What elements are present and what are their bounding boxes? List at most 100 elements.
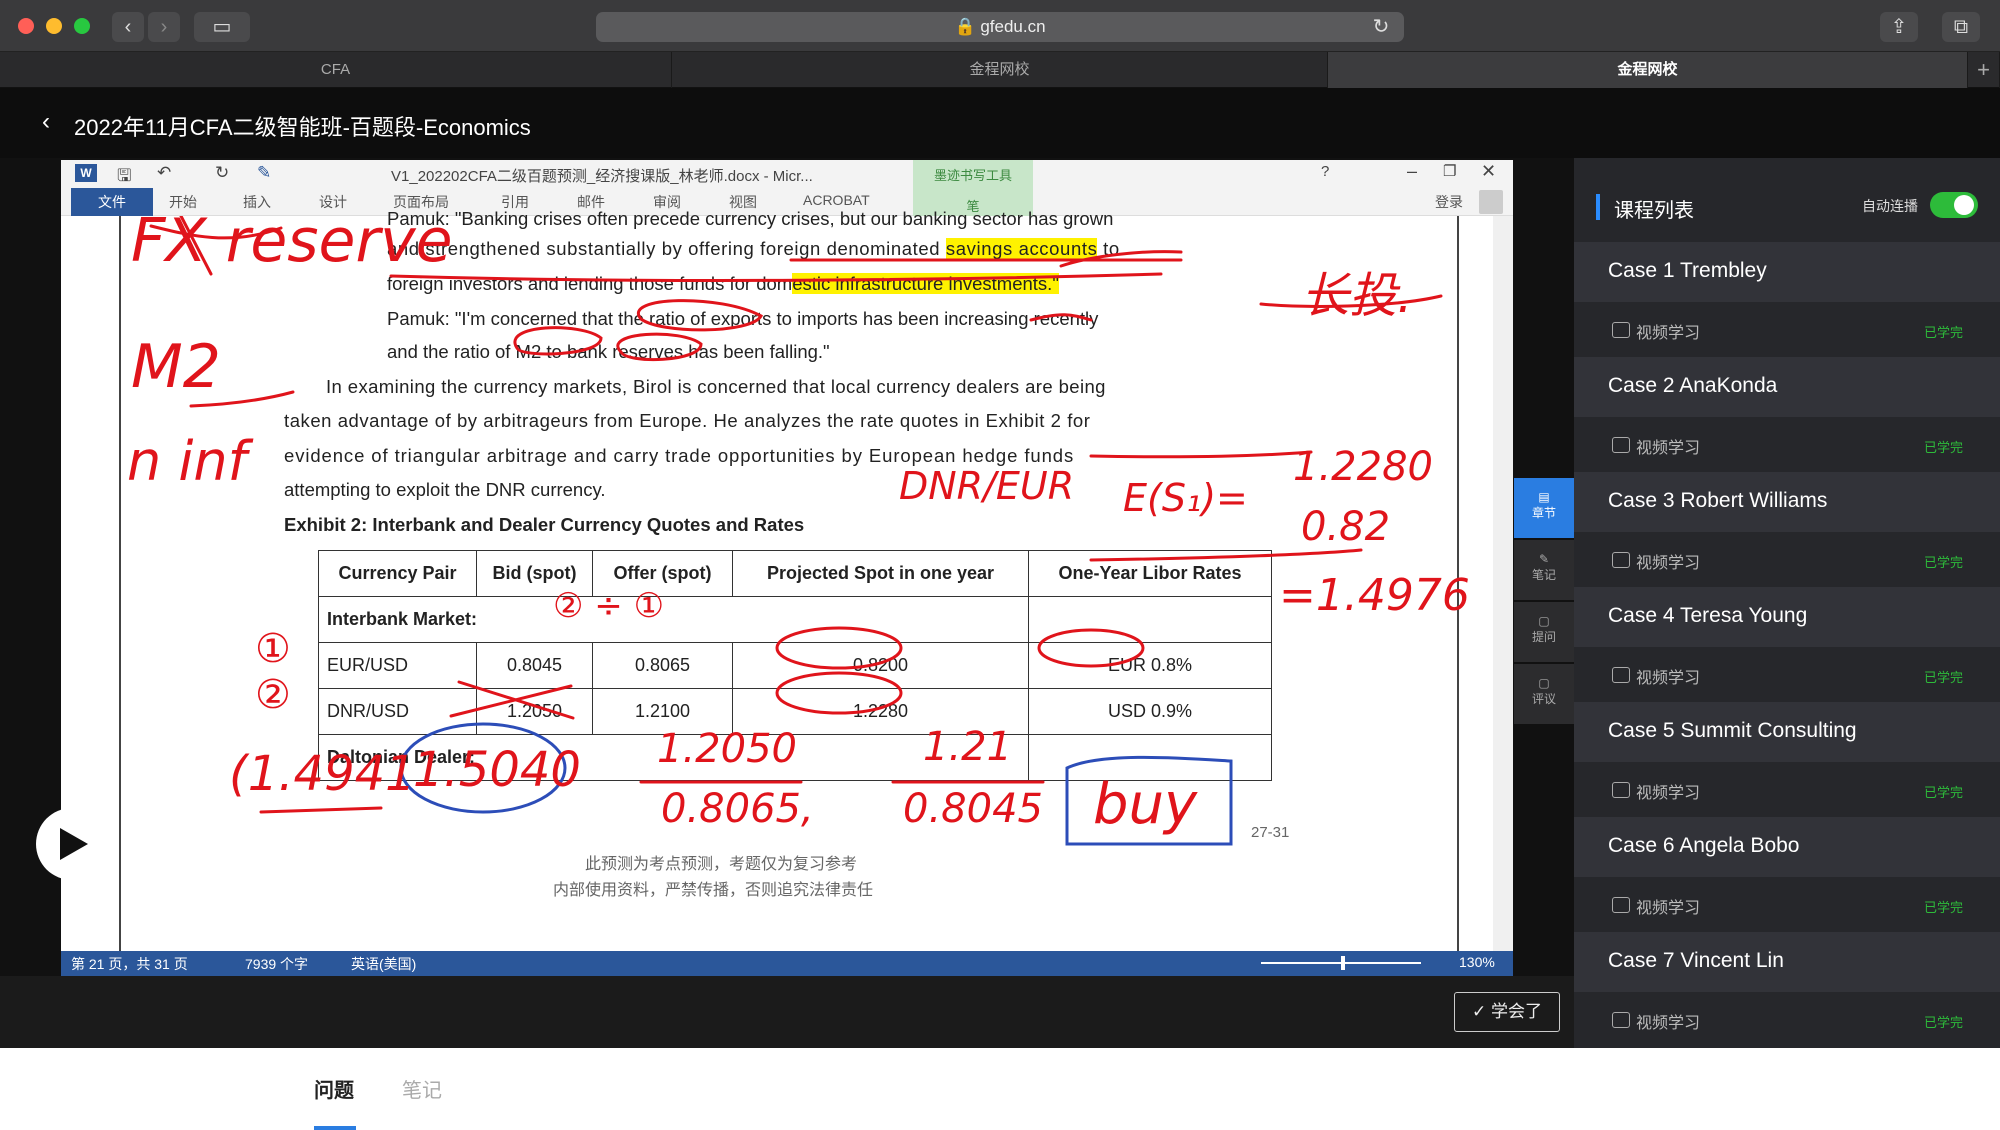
course-item-title: Case 7 Vincent Lin: [1608, 949, 1784, 972]
course-item-header[interactable]: Case 4 Teresa Young: [1574, 587, 2000, 647]
ink-expected-spot: E(S₁)=: [1123, 476, 1248, 520]
undo-icon[interactable]: ↶: [157, 163, 171, 183]
notes-label: 笔记: [1531, 568, 1556, 582]
autoplay-toggle[interactable]: [1930, 192, 1978, 218]
course-item-title: Case 6 Angela Bobo: [1608, 834, 1800, 857]
share-icon[interactable]: ⇪: [1880, 12, 1918, 42]
course-item[interactable]: Case 4 Teresa Young 视频学习 已学完: [1574, 587, 2000, 702]
ink-dealer-top-1: 1.2050: [657, 726, 797, 772]
completed-badge: 已学完: [1924, 1015, 1964, 1030]
maximize-window-icon[interactable]: [74, 18, 90, 34]
course-item[interactable]: Case 2 AnaKonda 视频学习 已学完: [1574, 357, 2000, 472]
tab-notes[interactable]: 笔记: [402, 1074, 442, 1103]
video-lesson-link[interactable]: 视频学习: [1636, 319, 1700, 343]
video-icon: [1612, 897, 1630, 913]
bottom-tabs: 问题 笔记: [0, 1048, 2000, 1130]
ink-result: =1.4976: [1279, 570, 1470, 621]
word-minimize-icon[interactable]: –: [1407, 161, 1417, 182]
course-header: ‹ 2022年11月CFA二级智能班-百题段-Economics: [0, 88, 2000, 158]
completed-badge: 已学完: [1924, 440, 1964, 455]
course-item-header[interactable]: Case 2 AnaKonda: [1574, 357, 2000, 417]
status-zoom: 130%: [1459, 954, 1495, 970]
sidebar-toggle-icon[interactable]: ▭: [194, 12, 250, 42]
panel-title: 课程列表: [1614, 200, 1694, 222]
reload-icon[interactable]: ↻: [1366, 12, 1396, 42]
pen-icon[interactable]: ✎: [257, 163, 271, 183]
course-item-header[interactable]: Case 1 Trembley: [1574, 242, 2000, 302]
course-item-title: Case 5 Summit Consulting: [1608, 719, 1857, 742]
course-item[interactable]: Case 3 Robert Williams 视频学习 已学完: [1574, 472, 2000, 587]
browser-tab-2[interactable]: 金程网校: [672, 52, 1328, 88]
course-item[interactable]: Case 5 Summit Consulting 视频学习 已学完: [1574, 702, 2000, 817]
word-close-icon[interactable]: ✕: [1481, 161, 1496, 182]
toggle-knob: [1954, 195, 1974, 215]
ink-fraction-bottom: 0.82: [1301, 504, 1391, 550]
word-restore-icon[interactable]: ❐: [1443, 162, 1456, 180]
redo-icon[interactable]: ↻: [215, 163, 229, 183]
comment-icon: ▢: [1538, 614, 1550, 628]
document-page[interactable]: Pamuk: "Banking crises often precede cur…: [61, 206, 1513, 951]
completed-badge: 已学完: [1924, 785, 1964, 800]
ink-circled-value: 1.5040: [413, 742, 581, 798]
course-item-header[interactable]: Case 6 Angela Bobo: [1574, 817, 2000, 877]
ink-fx-reserve: FX reserve: [131, 206, 453, 276]
play-icon: [60, 828, 88, 860]
video-icon: [1612, 552, 1630, 568]
close-window-icon[interactable]: [18, 18, 34, 34]
course-title: 2022年11月CFA二级智能班-百题段-Economics: [74, 115, 531, 140]
ink-circle-1: ①: [255, 626, 291, 672]
course-item-header[interactable]: Case 3 Robert Williams: [1574, 472, 2000, 532]
autoplay-label: 自动连播: [1862, 198, 1918, 214]
tab-questions[interactable]: 问题: [314, 1074, 354, 1103]
review-label: 评议: [1531, 692, 1556, 706]
video-lesson-link[interactable]: 视频学习: [1636, 894, 1700, 918]
review-button[interactable]: ▢ 评议: [1514, 664, 1574, 724]
video-lesson-link[interactable]: 视频学习: [1636, 434, 1700, 458]
ask-button[interactable]: ▢ 提问: [1514, 602, 1574, 662]
course-item-header[interactable]: Case 5 Summit Consulting: [1574, 702, 2000, 762]
ink-left-calc: (1.4941: [229, 746, 416, 802]
notes-button[interactable]: ✎ 笔记: [1514, 540, 1574, 600]
status-language: 英语(美国): [351, 956, 417, 972]
video-lesson-link[interactable]: 视频学习: [1636, 1009, 1700, 1033]
browser-tab-1[interactable]: CFA: [0, 52, 672, 88]
ink-m2: M2: [131, 332, 221, 402]
login-link[interactable]: 登录: [1435, 192, 1463, 212]
help-icon[interactable]: ?: [1321, 163, 1329, 180]
ink-dealer-top-2: 1.21: [923, 724, 1013, 770]
url-bar[interactable]: 🔒 gfedu.cn: [596, 12, 1404, 42]
back-arrow-icon[interactable]: ‹: [42, 108, 50, 136]
video-lesson-link[interactable]: 视频学习: [1636, 664, 1700, 688]
word-document-frame: W 🖫 ↶ ↻ ✎ V1_202202CFA二级百题预测_经济搜课版_林老师.d…: [61, 160, 1513, 976]
course-item-header[interactable]: Case 7 Vincent Lin: [1574, 932, 2000, 992]
tabs-overview-icon[interactable]: ⧉: [1942, 12, 1980, 42]
chapters-button[interactable]: ▤ 章节: [1514, 478, 1574, 538]
completed-badge: 已学完: [1924, 670, 1964, 685]
course-item-title: Case 1 Trembley: [1608, 259, 1767, 282]
ink-dnr-eur: DNR/EUR: [899, 464, 1075, 508]
course-item[interactable]: Case 7 Vincent Lin 视频学习 已学完: [1574, 932, 2000, 1047]
learned-button[interactable]: ✓ 学会了: [1454, 992, 1560, 1032]
forward-icon[interactable]: ›: [148, 12, 180, 42]
vertical-scrollbar[interactable]: [1493, 216, 1513, 951]
user-avatar-icon[interactable]: [1479, 190, 1503, 214]
video-lesson-link[interactable]: 视频学习: [1636, 779, 1700, 803]
ink-dealer-bottom-2: 0.8045: [903, 786, 1043, 832]
ribbon-tab-acrobat[interactable]: ACROBAT: [803, 192, 870, 208]
document-filename: V1_202202CFA二级百题预测_经济搜课版_林老师.docx - Micr…: [391, 168, 813, 185]
word-title-bar: W 🖫 ↶ ↻ ✎ V1_202202CFA二级百题预测_经济搜课版_林老师.d…: [61, 160, 1513, 188]
video-icon: [1612, 1012, 1630, 1028]
new-tab-icon[interactable]: +: [1968, 52, 2000, 88]
video-side-tools: ▤ 章节 ✎ 笔记 ▢ 提问 ▢ 评议: [1514, 478, 1574, 728]
word-status-bar: 第 21 页，共 31 页 7939 个字 英语(美国) 130%: [61, 951, 1513, 976]
video-icon: [1612, 437, 1630, 453]
back-icon[interactable]: ‹: [112, 12, 144, 42]
course-item[interactable]: Case 6 Angela Bobo 视频学习 已学完: [1574, 817, 2000, 932]
minimize-window-icon[interactable]: [46, 18, 62, 34]
browser-tab-3[interactable]: 金程网校: [1328, 52, 1968, 88]
zoom-slider-thumb[interactable]: [1341, 956, 1345, 970]
play-button[interactable]: [36, 808, 108, 880]
video-icon: [1612, 322, 1630, 338]
course-item[interactable]: Case 1 Trembley 视频学习 已学完: [1574, 242, 2000, 357]
video-lesson-link[interactable]: 视频学习: [1636, 549, 1700, 573]
